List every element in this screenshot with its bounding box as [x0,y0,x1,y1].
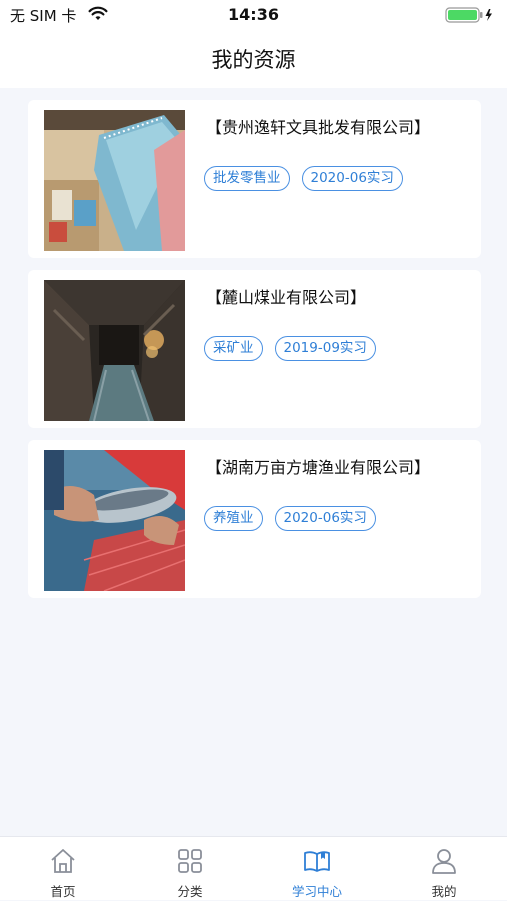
tab-label: 我的 [431,884,457,899]
page-title: 我的资源 [211,48,296,72]
industry-tag: 批发零售业 [204,166,290,191]
coal-mine-photo [44,280,185,421]
status-time: 14:36 [228,5,279,24]
resource-card[interactable]: 【贵州逸轩文具批发有限公司】 批发零售业 2020-06实习 [28,100,481,258]
internship-tag: 2020-06实习 [301,166,403,191]
industry-tag: 采矿业 [204,336,263,361]
home-icon [49,847,77,879]
tab-label: 分类 [177,884,203,899]
tag-group: 批发零售业 2020-06实习 [204,166,403,191]
tag-group: 采矿业 2019-09实习 [204,336,376,361]
stationery-photo [44,110,185,251]
resource-list: 【贵州逸轩文具批发有限公司】 批发零售业 2020-06实习 【麓山煤业有限公司… [0,88,507,836]
tab-label: 首页 [50,884,76,899]
nav-bar: 我的资源 [0,30,507,88]
resource-title: 【麓山煤业有限公司】 [206,288,367,307]
grid-icon [176,847,204,879]
tab-label: 学习中心 [291,884,342,899]
internship-tag: 2019-09实习 [274,336,376,361]
tab-home[interactable]: 首页 [0,837,126,901]
tag-group: 养殖业 2020-06实习 [204,506,376,531]
status-bar: 无 SIM 卡 14:36 [0,0,507,30]
resource-title: 【湖南万亩方塘渔业有限公司】 [206,458,431,477]
battery-icon [445,7,495,27]
fishery-photo [44,450,185,591]
book-icon [303,847,331,879]
industry-tag: 养殖业 [204,506,263,531]
tab-bar: 首页 分类 学习中心 我的 [0,836,507,900]
resource-card[interactable]: 【麓山煤业有限公司】 采矿业 2019-09实习 [28,270,481,428]
resource-title: 【贵州逸轩文具批发有限公司】 [206,118,431,137]
tab-category[interactable]: 分类 [127,837,253,901]
tab-learning-center[interactable]: 学习中心 [254,837,380,901]
internship-tag: 2020-06实习 [274,506,376,531]
tab-mine[interactable]: 我的 [381,837,507,901]
user-icon [430,847,458,879]
resource-card[interactable]: 【湖南万亩方塘渔业有限公司】 养殖业 2020-06实习 [28,440,481,598]
